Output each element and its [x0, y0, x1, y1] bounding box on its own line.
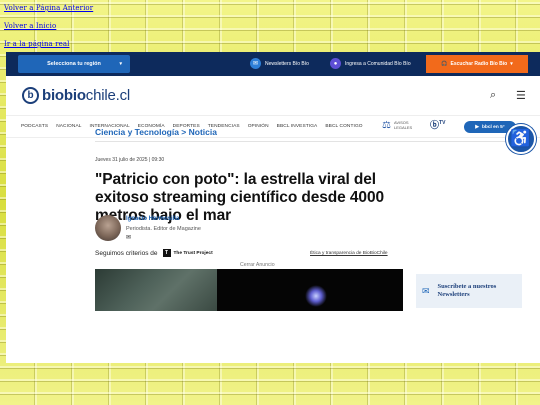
site-header: b biobiochile.cl ⌕ ☰ [6, 76, 540, 116]
main-nav: PODCASTS NACIONAL INTERNACIONAL ECONOMÍA… [6, 116, 540, 138]
breadcrumb-divider [95, 141, 534, 142]
site-logo[interactable]: b biobiochile.cl [22, 87, 130, 104]
ethics-link[interactable]: Ética y transparencia de BioBioChile [310, 251, 388, 256]
newsletter-card[interactable]: ✉ Suscríbete a nuestros Newsletters [416, 274, 522, 308]
region-select-button[interactable]: Selecciona tu región ▾ [18, 55, 130, 73]
top-bar: Selecciona tu región ▾ ✉ Newsletters Bío… [6, 52, 540, 76]
deep-sea-glow [305, 285, 327, 307]
author-name[interactable]: Ignacio Hermosilla [126, 216, 179, 222]
play-icon: ▶ [475, 124, 479, 130]
tv-logo-mark: ⓑ [430, 120, 440, 130]
trust-project-icon: T [162, 249, 171, 257]
newsletters-label: Newsletters Bío Bío [265, 60, 309, 67]
criteria-prefix: Seguimos criterios de [95, 249, 158, 257]
nav-item-bbcl-investiga[interactable]: BBCL INVESTIGA [277, 124, 318, 129]
trust-project-label: The Trust Project [173, 250, 213, 256]
author-avatar[interactable] [95, 215, 121, 241]
logo-text: biobiochile.cl [42, 87, 130, 104]
accessibility-icon[interactable]: ♿ [506, 124, 536, 154]
headphones-icon: 🎧 [441, 61, 448, 67]
scale-icon: ⚖ [382, 120, 391, 131]
mail-icon: ✉ [422, 285, 430, 296]
chevron-down-icon: ▾ [119, 61, 122, 67]
listen-radio-label: Escuchar Radio Bío Bío [450, 61, 508, 67]
trust-project-logo[interactable]: T The Trust Project [162, 249, 213, 257]
nav-item-bbcl-contigo[interactable]: BBCL CONTIGO [325, 124, 362, 129]
comunidad-label: Ingresa a Comunidad Bío Bío [345, 60, 411, 67]
logo-domain: chile.cl [85, 87, 131, 104]
nav-item-nacional[interactable]: NACIONAL [56, 124, 81, 129]
top-links: Volver a Página Anterior Volver a Inicio… [4, 4, 93, 58]
close-ad-button[interactable]: Cerrar Anuncio [240, 262, 275, 268]
newsletters-link[interactable]: ✉ Newsletters Bío Bío [250, 58, 309, 69]
biobio-tv-logo[interactable]: ⓑTV [430, 118, 445, 131]
nav-item-podcasts[interactable]: PODCASTS [21, 124, 48, 129]
mail-icon[interactable]: ✉ [126, 234, 131, 241]
logo-mark: b [22, 87, 39, 104]
avisos-legales-label: AVISOS LEGALES [393, 120, 413, 130]
article-date: Jueves 31 julio de 2025 | 09:30 [95, 157, 165, 163]
ad-video [217, 269, 403, 311]
tv-logo-label: TV [439, 120, 446, 126]
mail-icon: ✉ [250, 58, 261, 69]
chevron-down-icon: ▾ [510, 61, 513, 67]
newsletter-card-text: Suscríbete a nuestros Newsletters [437, 283, 497, 298]
real-page-link[interactable]: Ir a la página real [4, 40, 93, 48]
search-icon[interactable]: ⌕ [490, 89, 496, 102]
avisos-legales-link[interactable]: ⚖ AVISOS LEGALES [382, 120, 418, 131]
article-media[interactable] [95, 269, 403, 311]
trust-criteria: Seguimos criterios de T The Trust Projec… [95, 249, 213, 257]
user-icon: ● [330, 58, 341, 69]
region-button-label: Selecciona tu región [47, 61, 101, 67]
logo-name: biobio [42, 87, 86, 104]
author-role: Periodista. Editor de Magazine [126, 226, 201, 232]
listen-radio-button[interactable]: 🎧 Escuchar Radio Bío Bío ▾ [426, 55, 528, 73]
comunidad-link[interactable]: ● Ingresa a Comunidad Bío Bío [330, 58, 411, 69]
live-button-label: bbcl en 5° [481, 124, 505, 130]
menu-icon[interactable]: ☰ [516, 89, 526, 102]
back-previous-link[interactable]: Volver a Página Anterior [4, 4, 93, 12]
media-image [95, 269, 217, 311]
breadcrumb[interactable]: Ciencia y Tecnología > Noticia [95, 127, 217, 137]
nav-item-opinion[interactable]: OPINIÓN [248, 124, 269, 129]
back-home-link[interactable]: Volver a Inicio [4, 22, 93, 30]
